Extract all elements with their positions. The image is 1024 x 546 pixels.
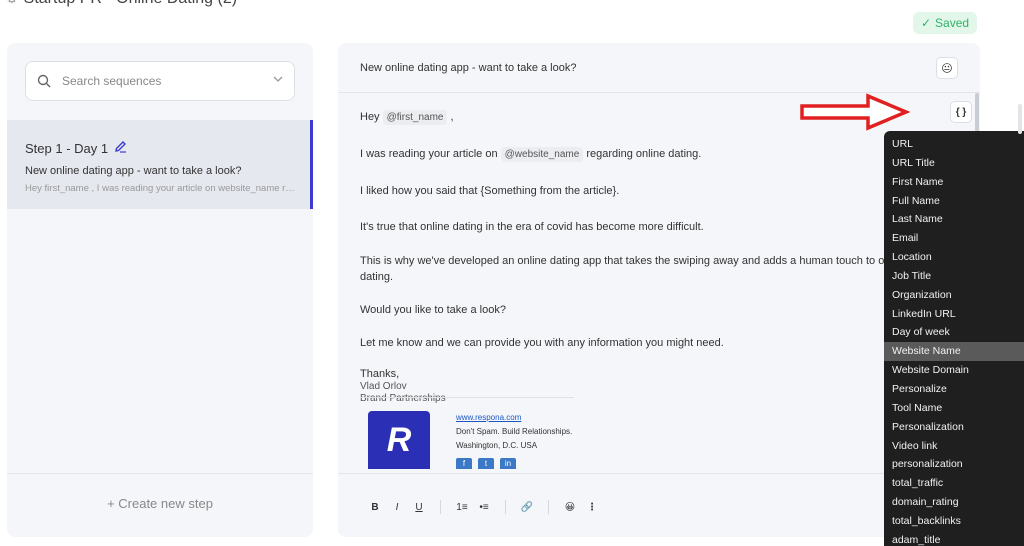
variable-option[interactable]: personalization bbox=[884, 455, 1024, 474]
signature-info: www.respona.com Don't Spam. Build Relati… bbox=[456, 411, 572, 453]
variable-option[interactable]: Organization bbox=[884, 286, 1024, 305]
ordered-list-button[interactable]: 1≡ bbox=[451, 502, 473, 513]
chevron-down-icon[interactable] bbox=[272, 72, 284, 90]
check-icon: ✓ bbox=[920, 16, 932, 30]
sequence-sidebar: Step 1 - Day 1 New online dating app - w… bbox=[7, 43, 313, 537]
social-icons: f t in bbox=[456, 458, 516, 469]
variables-button[interactable]: { } bbox=[950, 101, 972, 123]
search-sequences[interactable] bbox=[25, 61, 295, 101]
variable-option[interactable]: domain_rating bbox=[884, 493, 1024, 512]
linkedin-icon[interactable]: in bbox=[500, 458, 516, 469]
gear-icon[interactable]: ⚙ bbox=[6, 0, 18, 7]
body-line: I was reading your article on @website_n… bbox=[360, 146, 920, 163]
divider bbox=[7, 473, 313, 474]
create-new-step-button[interactable]: + Create new step bbox=[7, 496, 313, 511]
subject-emoji-button[interactable]: 😐 bbox=[936, 57, 958, 79]
step-title-row: Step 1 - Day 1 bbox=[25, 140, 292, 156]
emoji-button[interactable]: 😀 bbox=[559, 502, 581, 513]
bullet-list-button[interactable]: •≡ bbox=[473, 502, 495, 513]
body-text: I was reading your article on bbox=[360, 148, 498, 160]
variable-option[interactable]: Full Name bbox=[884, 192, 1024, 211]
toolbar-separator bbox=[548, 500, 549, 514]
toolbar-separator bbox=[440, 500, 441, 514]
variable-option[interactable]: Personalization bbox=[884, 418, 1024, 437]
body-line: This is why we've developed an online da… bbox=[360, 255, 908, 267]
facebook-icon[interactable]: f bbox=[456, 458, 472, 469]
step-preview: Hey first_name , I was reading your arti… bbox=[25, 183, 297, 194]
greeting-comma: , bbox=[450, 111, 454, 123]
website-name-variable[interactable]: @website_name bbox=[500, 147, 584, 162]
variable-option[interactable]: URL Title bbox=[884, 154, 1024, 173]
search-icon bbox=[36, 73, 52, 89]
variable-option[interactable]: Website Name bbox=[884, 342, 1024, 362]
italic-button[interactable]: I bbox=[386, 502, 408, 513]
body-line: dating. bbox=[360, 271, 394, 283]
signature-location: Washington, D.C. USA bbox=[456, 441, 538, 450]
signature-divider bbox=[360, 397, 574, 398]
email-body[interactable]: Hey @first_name , I was reading your art… bbox=[360, 103, 920, 405]
format-toolbar: B I U 1≡ •≡ 🔗 😀 ⋮ bbox=[364, 499, 603, 515]
signature-url[interactable]: www.respona.com bbox=[456, 411, 572, 425]
search-input[interactable] bbox=[62, 74, 272, 88]
body-line: I liked how you said that {Something fro… bbox=[360, 185, 620, 197]
variable-option[interactable]: total_backlinks bbox=[884, 512, 1024, 531]
logo-letter: R bbox=[386, 420, 412, 459]
step-subject: New online dating app - want to take a l… bbox=[25, 165, 242, 177]
variable-option[interactable]: Tool Name bbox=[884, 399, 1024, 418]
red-arrow-annotation bbox=[800, 93, 910, 131]
pencil-icon[interactable] bbox=[114, 140, 127, 156]
variable-option[interactable]: First Name bbox=[884, 173, 1024, 192]
more-options-button[interactable]: ⋮ bbox=[581, 502, 603, 513]
saved-badge: ✓ Saved bbox=[913, 12, 977, 34]
toolbar-separator bbox=[505, 500, 506, 514]
variable-option[interactable]: Last Name bbox=[884, 210, 1024, 229]
variables-dropdown: URL URL Title First Name Full Name Last Name… bbox=[884, 131, 1024, 546]
variable-option[interactable]: Personalize bbox=[884, 380, 1024, 399]
bold-button[interactable]: B bbox=[364, 502, 386, 513]
body-line: It's true that online dating in the era … bbox=[360, 221, 704, 233]
twitter-icon[interactable]: t bbox=[478, 458, 494, 469]
underline-button[interactable]: U bbox=[408, 502, 430, 513]
signature-name: Vlad Orlov bbox=[360, 381, 407, 392]
variable-option[interactable]: total_traffic bbox=[884, 474, 1024, 493]
emoji-icon: 😐 bbox=[941, 62, 953, 75]
variable-option[interactable]: Website Domain bbox=[884, 361, 1024, 380]
body-line: Would you like to take a look? bbox=[360, 304, 506, 316]
variable-option[interactable]: Day of week bbox=[884, 323, 1024, 342]
body-line: Let me know and we can provide you with … bbox=[360, 337, 724, 349]
saved-label: Saved bbox=[935, 16, 970, 30]
body-text: regarding online dating. bbox=[586, 148, 702, 160]
variable-option[interactable]: adam_title bbox=[884, 531, 1024, 546]
step-card[interactable]: Step 1 - Day 1 New online dating app - w… bbox=[7, 120, 313, 209]
link-button[interactable]: 🔗 bbox=[516, 502, 538, 513]
first-name-variable[interactable]: @first_name bbox=[382, 110, 448, 125]
variable-option[interactable]: Email bbox=[884, 229, 1024, 248]
page-scrollbar[interactable] bbox=[1018, 104, 1022, 134]
page-title: ⚙ Startup PR - Online Dating (2) bbox=[6, 0, 237, 8]
variable-option[interactable]: Video link bbox=[884, 437, 1024, 456]
signature-tagline: Don't Spam. Build Relationships. bbox=[456, 427, 573, 436]
subject-input[interactable]: New online dating app - want to take a l… bbox=[360, 62, 576, 74]
variable-option[interactable]: Location bbox=[884, 248, 1024, 267]
step-title: Step 1 - Day 1 bbox=[25, 140, 109, 156]
subject-row: New online dating app - want to take a l… bbox=[338, 43, 980, 93]
sequence-title: Startup PR - Online Dating (2) bbox=[24, 0, 237, 8]
page: ⚙ Startup PR - Online Dating (2) ✓ Saved… bbox=[0, 0, 1024, 546]
signature-role: Brand Partnerships bbox=[360, 393, 446, 404]
variable-option[interactable]: URL bbox=[884, 135, 1024, 154]
respona-logo: R bbox=[368, 411, 430, 469]
body-line: Thanks, bbox=[360, 368, 400, 380]
variable-option[interactable]: LinkedIn URL bbox=[884, 305, 1024, 324]
greeting-text: Hey bbox=[360, 111, 380, 123]
variable-option[interactable]: Job Title bbox=[884, 267, 1024, 286]
